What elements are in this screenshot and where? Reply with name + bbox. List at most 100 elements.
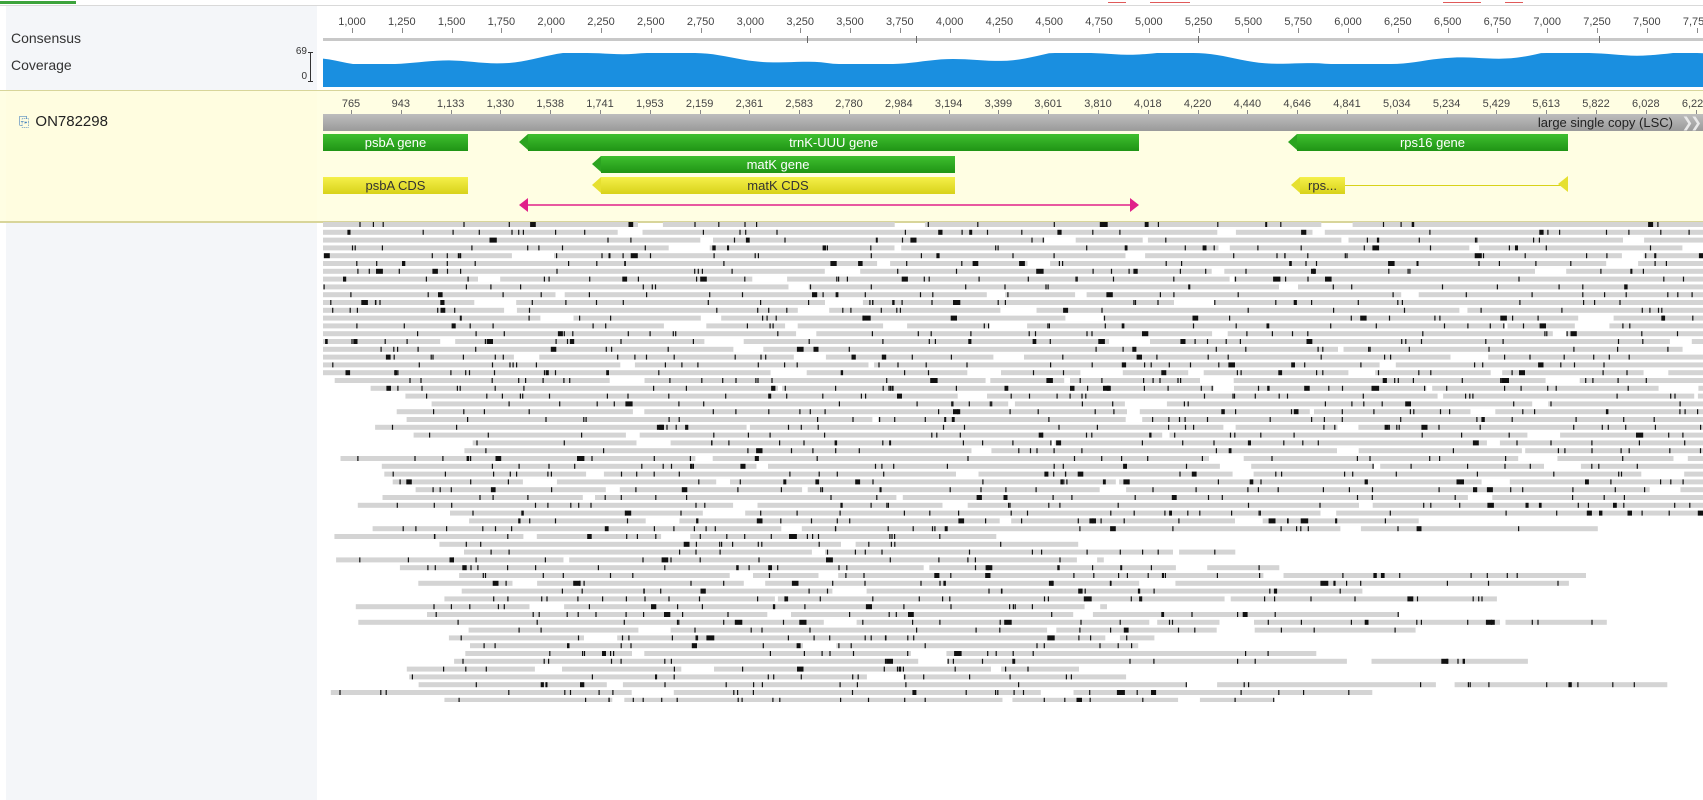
ruler-tick-label: 5,000 — [1135, 16, 1163, 28]
read — [787, 276, 1230, 282]
open-sequence-icon[interactable]: ⎘ — [19, 114, 29, 130]
read — [323, 229, 618, 235]
read — [323, 276, 478, 282]
psbA-gene-label: psbA gene — [364, 135, 427, 150]
matK-gene-annotation[interactable]: matK gene — [592, 156, 955, 173]
ruler-tick-label: 1,741 — [586, 98, 614, 110]
ruler-tick-label: 3,750 — [886, 16, 914, 28]
ruler-tick — [800, 28, 802, 33]
matK-cds-label: matK CDS — [747, 178, 809, 193]
read — [1680, 487, 1703, 493]
read — [929, 565, 1176, 571]
read — [536, 534, 662, 539]
read — [622, 682, 1187, 688]
ruler-tick-label: 2,750 — [686, 16, 715, 28]
read — [907, 323, 989, 329]
read — [1235, 424, 1338, 430]
consensus-track[interactable] — [323, 36, 1703, 43]
read — [1119, 635, 1155, 641]
read — [782, 385, 1214, 391]
read — [323, 261, 878, 266]
ruler-tick-label: 1,250 — [388, 16, 416, 28]
read — [405, 393, 958, 399]
read — [468, 627, 639, 633]
ruler-tick — [1497, 28, 1499, 33]
read — [1097, 557, 1104, 563]
matK-cds-annotation[interactable]: matK CDS — [592, 177, 955, 194]
read — [855, 541, 1079, 547]
read — [472, 440, 637, 446]
psbA-gene-annotation[interactable]: psbA gene — [323, 134, 468, 151]
read — [860, 268, 1212, 274]
read — [381, 463, 757, 469]
ruler-tick-label: 2,000 — [537, 16, 565, 28]
read — [1145, 253, 1622, 259]
read — [1698, 385, 1703, 391]
ruler-tick — [1298, 28, 1300, 33]
read — [829, 307, 1001, 313]
read — [1119, 479, 1482, 485]
read — [730, 479, 1116, 485]
read — [1227, 331, 1553, 337]
sequence-name[interactable]: ON782298 — [35, 113, 108, 130]
read — [382, 495, 583, 500]
lsc-region-annotation[interactable]: large single copy (LSC) ❯❯ — [323, 114, 1703, 131]
read — [1027, 323, 1505, 329]
read — [1214, 300, 1703, 305]
read — [464, 549, 812, 555]
ruler-tick — [1348, 28, 1349, 33]
read-alignment-area[interactable] — [323, 222, 1703, 702]
read — [539, 354, 794, 360]
read — [323, 315, 541, 321]
read — [1254, 627, 1416, 633]
rps16-gene-annotation[interactable]: rps16 gene — [1288, 134, 1568, 151]
read — [323, 346, 734, 352]
coverage-graph[interactable] — [323, 50, 1703, 87]
lsc-region-label: large single copy (LSC) — [1537, 115, 1673, 130]
rps-cds-annotation[interactable]: rps... — [1291, 177, 1345, 194]
read — [415, 487, 606, 493]
read — [1644, 237, 1703, 243]
ruler-tick-label: 6,000 — [1334, 16, 1362, 28]
ruler-tick — [1447, 28, 1449, 33]
ruler-tick — [1148, 28, 1150, 33]
trnK-gene-annotation[interactable]: trnK-UUU gene — [519, 134, 1139, 151]
coverage-axis: 69 0 — [293, 46, 313, 84]
read — [1147, 237, 1342, 243]
read — [1336, 510, 1703, 516]
read — [1613, 315, 1703, 321]
read — [777, 596, 1225, 602]
read — [1142, 417, 1703, 422]
ruler-tick-label: 1,953 — [636, 98, 664, 110]
read — [1495, 409, 1703, 415]
read — [987, 393, 1438, 399]
read — [807, 487, 1100, 493]
read — [1150, 339, 1670, 344]
read — [1298, 284, 1703, 290]
read — [603, 471, 956, 477]
read — [323, 284, 789, 290]
ruler-tick-label: 1,133 — [436, 98, 465, 110]
read — [1203, 370, 1349, 376]
read — [1443, 393, 1695, 399]
read — [355, 604, 530, 610]
read — [714, 666, 991, 672]
read — [713, 237, 1045, 243]
ruler-tick — [551, 28, 553, 33]
read — [375, 424, 747, 430]
read — [439, 541, 841, 547]
read — [1207, 565, 1280, 571]
ruler-tick — [650, 28, 652, 33]
read — [1467, 307, 1703, 313]
sequence-name-row[interactable]: ⎘ ON782298 — [19, 113, 108, 130]
read — [1001, 666, 1079, 672]
ruler-tick-label: 6,500 — [1433, 16, 1462, 28]
psbA-cds-annotation[interactable]: psbA CDS — [323, 177, 468, 194]
read — [619, 487, 803, 493]
repeat-region-annotation[interactable] — [519, 198, 1139, 212]
read — [721, 315, 1066, 321]
read — [1024, 354, 1451, 360]
read — [1566, 331, 1703, 337]
ruler-tick-label: 6,028 — [1632, 98, 1660, 110]
read — [396, 409, 633, 415]
